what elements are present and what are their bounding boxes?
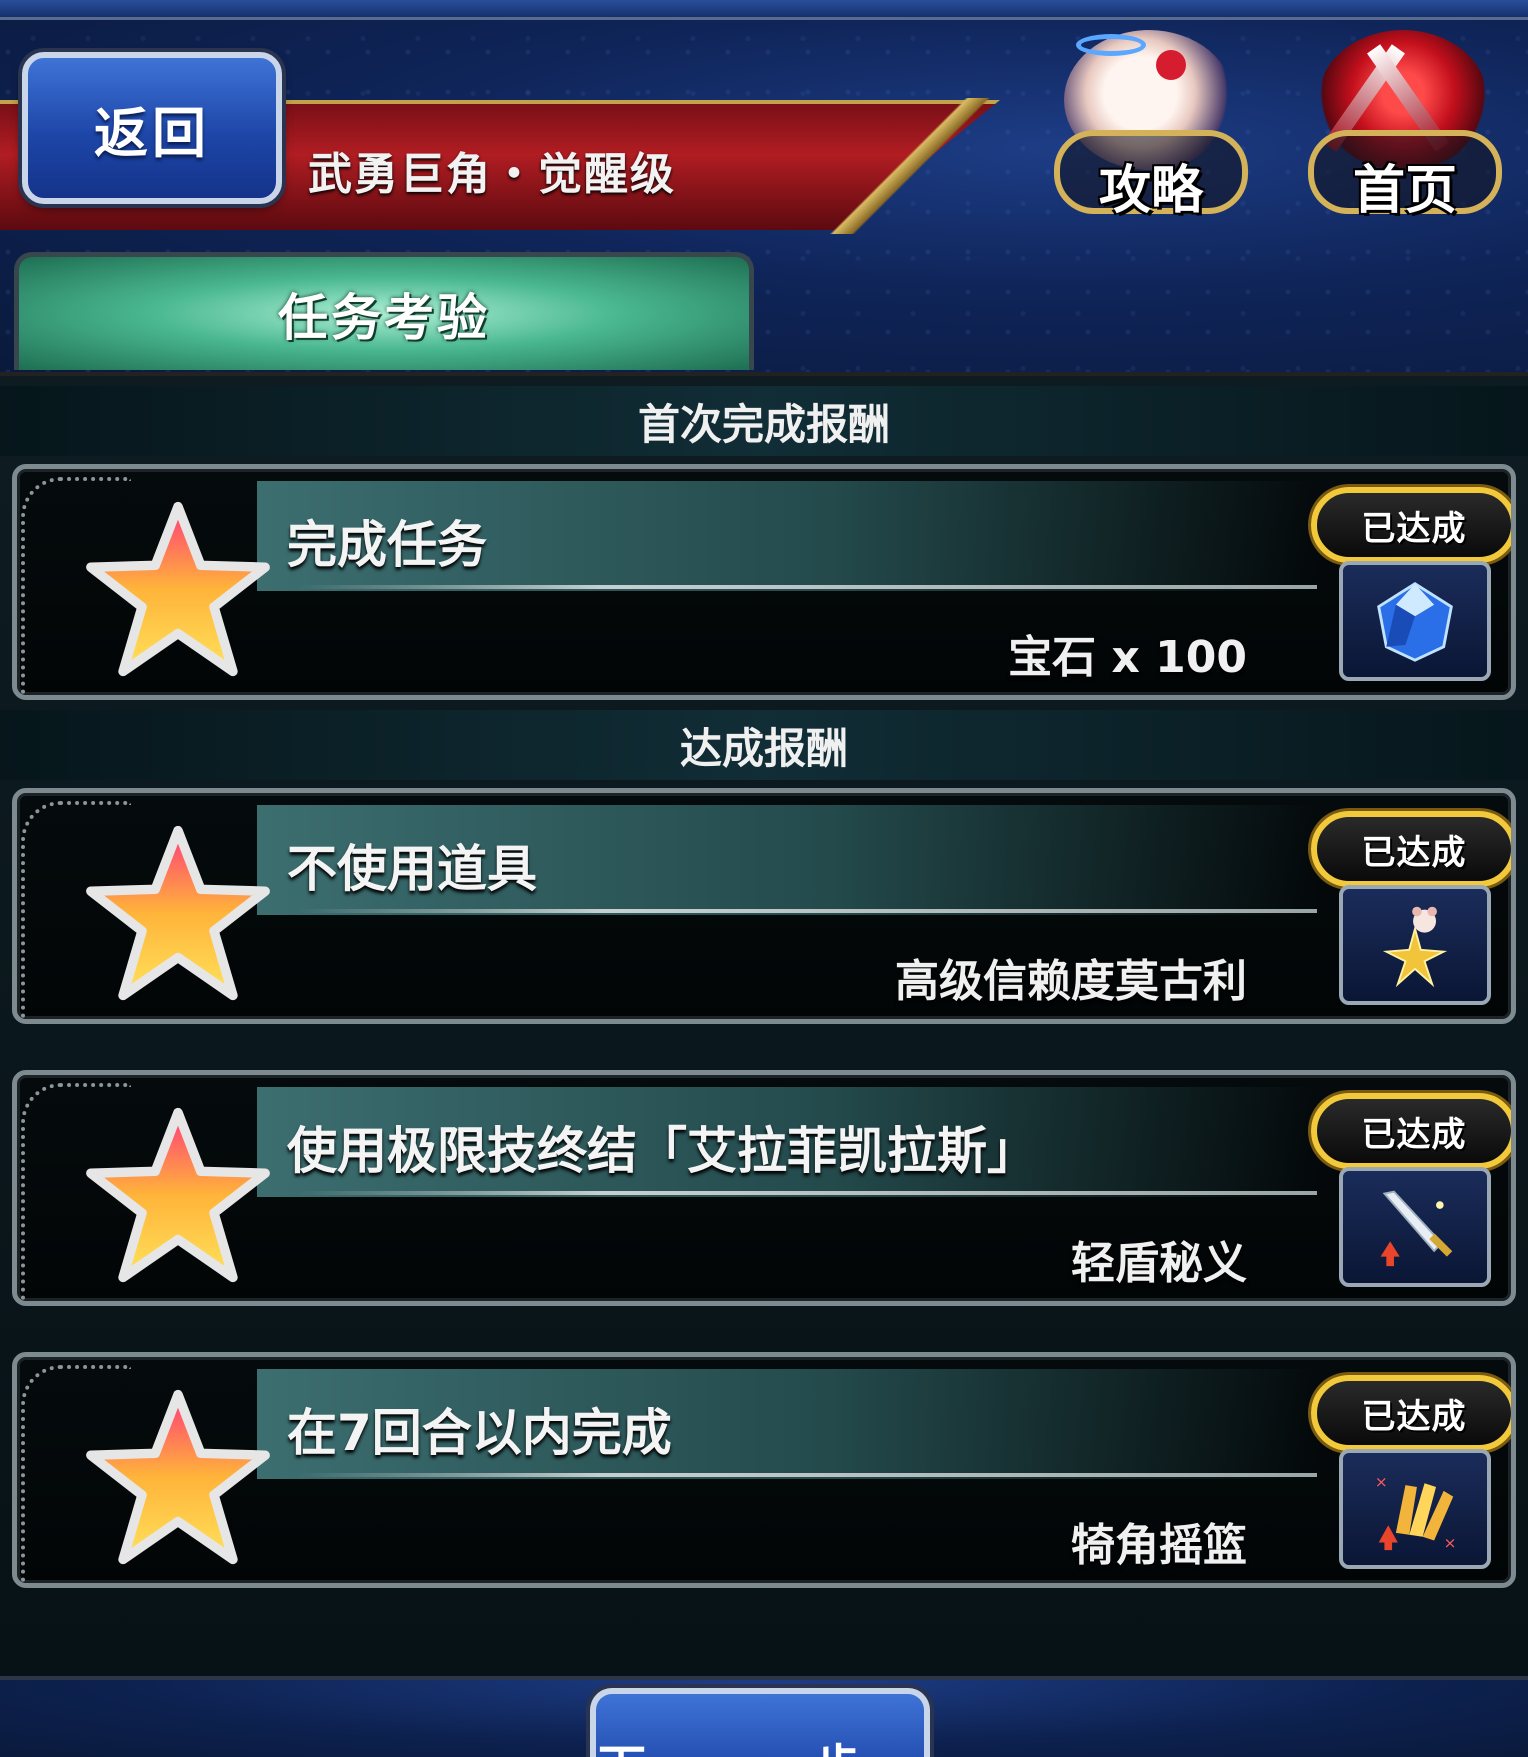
section-first-clear: 首次完成报酬: [0, 386, 1528, 456]
mission-card: 使用极限技终结「艾拉菲凯拉斯」 轻盾秘义 已达成: [12, 1070, 1516, 1306]
moogle-star-icon: [1382, 906, 1448, 988]
mission-card: 不使用道具 高级信赖度莫古利 已达成: [12, 788, 1516, 1024]
divider: [297, 1191, 1317, 1195]
section-achievement: 达成报酬: [0, 710, 1528, 780]
reward-item[interactable]: [1339, 1167, 1491, 1287]
back-button[interactable]: 返回: [22, 52, 282, 204]
reward-name: 宝石 x 100: [1008, 632, 1247, 683]
reward-item[interactable]: × ×: [1339, 1449, 1491, 1569]
gem-icon: [1377, 582, 1453, 662]
next-button[interactable]: 下一步: [590, 1688, 930, 1757]
mission-card: 在7回合以内完成 犄角摇篮 已达成 × ×: [12, 1352, 1516, 1588]
tab-mission-trial[interactable]: 任务考验: [14, 252, 754, 370]
home-label: 首页: [1352, 161, 1457, 221]
cards-icon: × ×: [1375, 1473, 1457, 1552]
status-badge: 已达成: [1311, 811, 1511, 887]
sword-icon: [1380, 1190, 1453, 1267]
svg-text:×: ×: [1444, 1534, 1457, 1552]
star-icon: [86, 1389, 270, 1565]
divider: [297, 909, 1317, 913]
page-title: 武勇巨角・觉醒级: [308, 149, 676, 200]
reward-name: 犄角摇篮: [1071, 1520, 1247, 1571]
reward-name: 高级信赖度莫古利: [895, 956, 1247, 1007]
pom-icon: [1156, 50, 1186, 80]
star-icon: [86, 1107, 270, 1283]
mission-name: 使用极限技终结「艾拉菲凯拉斯」: [287, 1122, 1037, 1180]
mission-name: 在7回合以内完成: [287, 1404, 672, 1462]
status-badge: 已达成: [1311, 1093, 1511, 1169]
guide-button[interactable]: 攻略: [1036, 20, 1266, 221]
mission-name: 不使用道具: [287, 840, 537, 898]
divider: [297, 1473, 1317, 1477]
home-button[interactable]: 首页: [1290, 20, 1520, 221]
svg-text:×: ×: [1375, 1473, 1388, 1491]
reward-item[interactable]: [1339, 561, 1491, 681]
divider: [297, 585, 1317, 589]
reward-item[interactable]: [1339, 885, 1491, 1005]
mission-name: 完成任务: [287, 516, 487, 574]
star-icon: [86, 825, 270, 1001]
mission-card: 完成任务 宝石 x 100 已达成: [12, 464, 1516, 700]
banner-ornament: [820, 98, 1000, 234]
halo-icon: [1076, 34, 1146, 56]
status-badge: 已达成: [1311, 487, 1511, 563]
guide-label: 攻略: [1098, 161, 1203, 221]
status-badge: 已达成: [1311, 1375, 1511, 1451]
top-strip: [0, 0, 1528, 20]
star-icon: [86, 501, 270, 677]
reward-name: 轻盾秘义: [1071, 1238, 1247, 1289]
mission-list: 首次完成报酬 完成任务 宝石 x 100 已达成 达成报酬 不使用道具 高级信赖…: [0, 372, 1528, 1680]
